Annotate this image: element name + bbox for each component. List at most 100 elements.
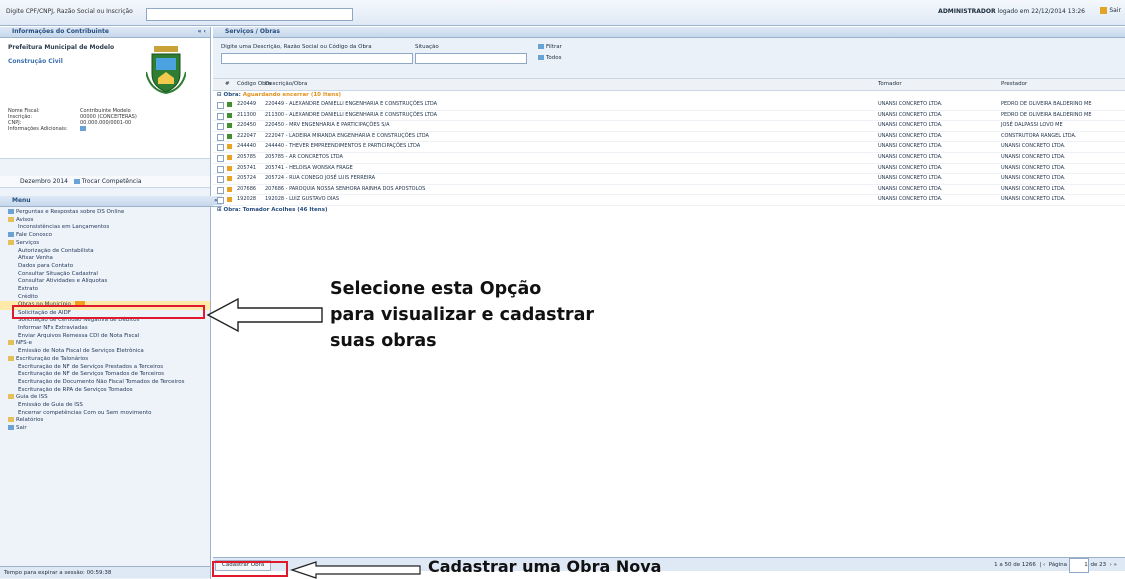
calendar-icon [73,179,80,184]
menu-item[interactable]: Relatórios [0,417,210,425]
table-row[interactable]: 205785 205785 - AR CONCRETOS LTDA UNANSI C… [213,153,1125,164]
mail-icon [8,232,14,238]
obra-code: 220449 [237,101,257,107]
menu-item[interactable]: Consultar Atividades e Alíquotas [0,278,210,286]
filter-icon [538,44,544,49]
row-checkbox[interactable] [217,154,224,162]
menu-item[interactable]: NFS-e [0,340,210,348]
menu-item[interactable]: Escrituração de Documento Não Fiscal Tom… [0,379,210,387]
row-checkbox[interactable] [217,197,224,205]
next-page-icon[interactable]: › [1110,562,1112,568]
menu-item-label: Escrituração de NF de Serviços Tomados d… [18,371,164,378]
group-label: Obra: [223,206,243,213]
group-label: Obra: [223,92,243,98]
menu-item[interactable]: Escrituração de Talonários [0,355,210,364]
row-checkbox[interactable] [217,144,224,152]
menu-item[interactable]: Fale Conosco [0,232,210,240]
menu-item-label: Dados para Contato [18,262,74,269]
collapse-icon[interactable]: « ‹ [198,27,206,37]
session-timer: Tempo para expirar a sessão: 00:59:38 [0,566,210,578]
col-description[interactable]: Descrição/Obra [265,79,307,90]
left-panel: Informações do Contribuinte « ‹ Prefeitu… [0,27,222,579]
user-name: ADMINISTRADOR [938,8,996,15]
top-bar: Digite CPF/CNPJ, Razão Social ou Inscriç… [0,0,1125,26]
row-checkbox[interactable] [217,133,224,141]
row-checkbox[interactable] [217,165,224,173]
menu-item[interactable]: Dados para Contato [0,263,210,271]
row-checkbox[interactable] [217,176,224,184]
table-row[interactable]: 244440 244440 - THEVER EMPREENDIMENTOS E … [213,142,1125,153]
obra-prestador: CONSTRUTORA RANGEL LTDA. [1001,132,1077,139]
folder-icon [8,216,14,222]
page-input[interactable]: 1 [1068,558,1089,573]
search-label: Digite CPF/CNPJ, Razão Social ou Inscriç… [6,8,133,15]
grid-rows: 220449 220449 - ALEXANDRE DANIELLI ENGENH… [213,100,1125,206]
row-checkbox[interactable] [217,102,224,109]
menu-item[interactable]: Afixar Venha [0,255,210,263]
obra-search-input[interactable] [221,53,413,64]
menu-item[interactable]: Informar NFs Extraviadas [0,325,210,333]
obra-tomador: UNANSI CONCRETO LTDA. [878,111,943,118]
menu-item[interactable]: Perguntas e Respostas sobre DS Online [0,209,210,217]
menu-item[interactable]: Escrituração de NF de Serviços Prestados… [0,364,210,372]
filter-button-label: Filtrar [546,44,562,50]
help-icon [8,209,14,214]
menu-item[interactable]: Crédito [0,294,210,302]
logout-link[interactable]: Sair [1100,7,1121,14]
table-row[interactable]: 220449 220449 - ALEXANDRE DANIELLI ENGENH… [213,100,1125,111]
menu-item[interactable]: Guia de ISS [0,394,210,402]
filter-button[interactable]: Filtrar [538,44,562,50]
menu-item[interactable]: Serviços [0,239,210,248]
info-icon[interactable] [80,126,86,131]
group-status: Aguardando encerrar (10 Itens) [242,92,342,98]
menu-item[interactable]: Escrituração de RPA de Serviços Tomados [0,387,210,395]
menu-item[interactable]: Sair [0,425,210,433]
menu-item[interactable]: Inconsistências em Lançamentos [0,224,210,232]
menu-item[interactable]: Emissão de Nota Fiscal de Serviços Eletr… [0,348,210,356]
row-checkbox[interactable] [217,123,224,131]
all-button[interactable]: Todos [538,55,562,61]
last-page-icon[interactable]: » [1114,562,1117,568]
annotation-line: para visualizar e cadastrar [330,305,595,325]
exit-icon [8,425,14,431]
row-checkbox[interactable] [217,112,224,120]
menu-item[interactable]: Emissão de Guia de ISS [0,402,210,410]
col-prestador[interactable]: Prestador [1001,79,1027,90]
table-row[interactable]: 207686 207686 - PAROQUIA NOSSA SENHORA RA… [213,185,1125,196]
situation-select[interactable] [415,53,527,64]
obra-description: 222047 - LADEIRA MIRANDA ENGENHARIA E CO… [265,132,429,139]
filter-bar: Digite uma Descrição, Razão Social ou Có… [213,38,1125,79]
arrow-left-icon [290,561,421,579]
taxpayer-search-input[interactable] [146,8,353,21]
table-row[interactable]: 211300 211300 - ALEXANDRE DANIELLI ENGENH… [213,111,1125,122]
obra-prestador: UNANSI CONCRETO LTDA. [1001,185,1066,192]
menu-item-label: Consultar Situação Cadastral [18,270,98,277]
obra-tomador: UNANSI CONCRETO LTDA. [878,101,943,107]
group-header[interactable]: ⊟ Obra: Aguardando encerrar (10 Itens) [213,91,1125,100]
table-row[interactable]: 222047 222047 - LADEIRA MIRANDA ENGENHARI… [213,132,1125,143]
row-checkbox[interactable] [217,186,224,194]
table-row[interactable]: 220450 220450 - MRV ENGENHARIA E PARTICIP… [213,121,1125,132]
filter-label: Digite uma Descrição, Razão Social ou Có… [221,44,372,50]
menu-item[interactable]: Extrato [0,286,210,294]
menu-item[interactable]: Enviar Arquivos Remessa CDI de Nota Fisc… [0,333,210,341]
status-ok-icon [227,123,232,129]
table-row[interactable]: 205724 205724 - RUA CONEGO JOSÉ LUIS FERR… [213,174,1125,185]
menu-item[interactable]: Escrituração de NF de Serviços Tomados d… [0,371,210,379]
obra-code: 207686 [237,185,257,192]
table-row[interactable]: 205741 205741 - HELOISA WONSKA FRAGE UNANS… [213,164,1125,175]
col-index[interactable]: # [225,79,230,90]
change-period-button[interactable]: Trocar Competência [82,178,142,185]
obra-tomador: UNANSI CONCRETO LTDA. [878,122,943,129]
status-ok-icon [227,112,232,118]
table-row[interactable]: 192028 192028 - LUIZ GUSTAVO DIAS UNANSI C… [213,195,1125,206]
status-ok-icon [227,133,232,139]
menu-item-label: Escrituração de NF de Serviços Prestados… [18,363,164,370]
col-tomador[interactable]: Tomador [878,79,902,90]
highlight-box-add-obra [212,561,288,577]
group-header[interactable]: ⊞ Obra: Tomador Acolhes (46 Itens) [213,206,1125,215]
obra-code: 205741 [237,164,257,171]
menu-item-label: Consultar Atividades e Alíquotas [18,278,108,285]
prev-page-icon[interactable]: ‹ [1043,562,1045,568]
menu-item[interactable]: Autorização de Contabilista [0,248,210,256]
